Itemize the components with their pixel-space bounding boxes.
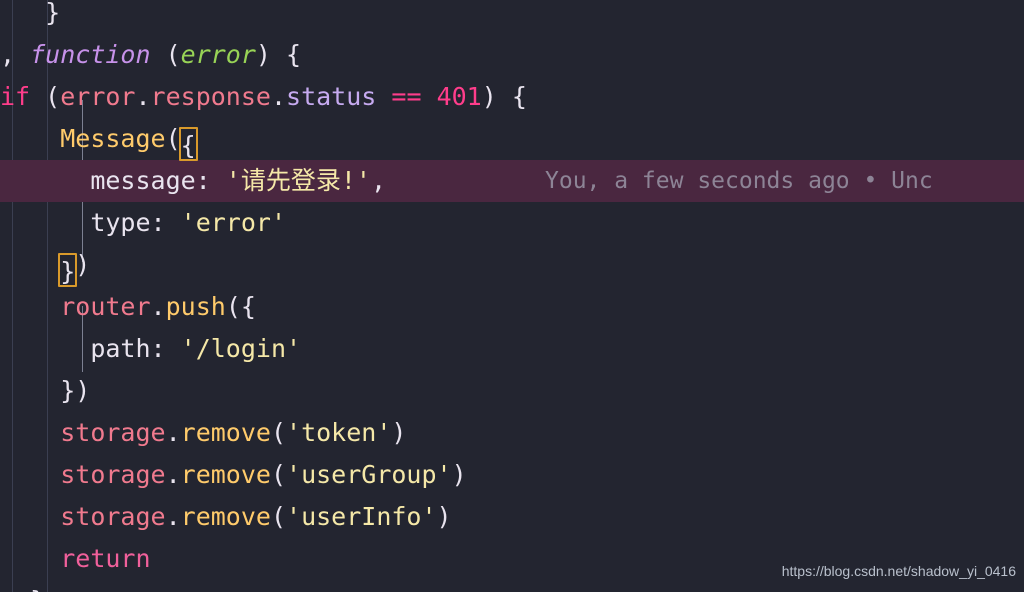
code-line-text: type: 'error': [0, 202, 286, 244]
git-blame-annotation[interactable]: You, a few seconds ago • Unc: [545, 160, 933, 202]
code-editor[interactable]: }, function (error) {if (error.response.…: [0, 0, 1024, 592]
code-token: error: [180, 40, 256, 69]
code-token: (: [270, 502, 287, 531]
code-token: (: [30, 82, 61, 111]
code-line[interactable]: path: '/login': [0, 328, 1024, 370]
code-line[interactable]: storage.remove('userGroup'): [0, 454, 1024, 496]
code-line-text: path: '/login': [0, 328, 301, 370]
code-token: ): [436, 502, 452, 531]
code-line-text: , function (error) {: [0, 34, 301, 76]
code-token: .: [165, 502, 181, 531]
code-line[interactable]: }: [0, 580, 1024, 592]
code-token: }: [0, 0, 61, 27]
code-token: '/login': [180, 334, 302, 363]
code-token: ): [75, 250, 91, 279]
code-line[interactable]: if (error.response.status == 401) {: [0, 76, 1024, 118]
code-token: 'error': [180, 208, 286, 237]
code-line-text: storage.remove('userGroup'): [0, 454, 467, 496]
code-line-text: }): [0, 370, 90, 412]
code-token: ==: [391, 82, 422, 111]
code-line-text: storage.remove('userInfo'): [0, 496, 452, 538]
code-token: ,: [0, 40, 31, 69]
code-token: ): [391, 418, 407, 447]
code-token: 'token': [286, 418, 392, 447]
code-token: return: [60, 544, 151, 573]
code-token: status: [286, 82, 377, 111]
code-token: storage: [60, 460, 166, 489]
code-token: .: [135, 82, 151, 111]
code-token: error: [60, 82, 136, 111]
code-token: router: [60, 292, 151, 321]
code-line[interactable]: }: [0, 0, 1024, 34]
code-line-text: storage.remove('token'): [0, 412, 406, 454]
code-token: 'userInfo': [286, 502, 437, 531]
code-token: ,: [370, 166, 386, 195]
code-token: ) {: [481, 82, 527, 111]
watermark-url: https://blog.csdn.net/shadow_yi_0416: [781, 563, 1016, 579]
code-token: 'userGroup': [286, 460, 452, 489]
code-line-text: }: [0, 0, 60, 34]
code-token: response: [150, 82, 271, 111]
code-line[interactable]: storage.remove('userInfo'): [0, 496, 1024, 538]
code-token: :: [195, 166, 226, 195]
code-token: remove: [180, 502, 271, 531]
code-line-text: message: '请先登录!',: [0, 160, 386, 202]
code-token: message: [90, 166, 196, 195]
code-line-text: Message({: [0, 118, 198, 161]
code-token: function: [30, 40, 151, 69]
code-token: push: [165, 292, 226, 321]
code-line[interactable]: message: '请先登录!', You, a few seconds ago …: [0, 160, 1024, 202]
code-token: :: [150, 334, 181, 363]
code-token: storage: [60, 418, 166, 447]
code-line[interactable]: Message({: [0, 118, 1024, 161]
code-token: 401: [436, 82, 482, 111]
code-line[interactable]: , function (error) {: [0, 34, 1024, 76]
code-token: .: [165, 460, 181, 489]
code-token: storage: [60, 502, 166, 531]
code-line-text: }): [0, 244, 90, 287]
code-token: .: [270, 82, 287, 111]
code-line[interactable]: type: 'error': [0, 202, 1024, 244]
code-token: Message: [60, 124, 166, 153]
code-line[interactable]: storage.remove('token'): [0, 412, 1024, 454]
code-token: path: [90, 334, 151, 363]
code-token: }): [0, 376, 91, 405]
code-token: }: [0, 586, 45, 592]
code-line-text: }: [0, 580, 45, 592]
code-line-text: router.push({: [0, 286, 256, 328]
code-token: remove: [180, 460, 271, 489]
code-token: '请先登录!': [225, 166, 371, 195]
code-token: (: [150, 40, 181, 69]
code-token: ({: [225, 292, 256, 321]
code-token: .: [150, 292, 166, 321]
code-token: ): [451, 460, 467, 489]
code-line-text: return: [0, 538, 151, 580]
code-line[interactable]: }): [0, 370, 1024, 412]
code-token: :: [150, 208, 181, 237]
code-token: type: [90, 208, 151, 237]
code-line[interactable]: router.push({: [0, 286, 1024, 328]
bracket-match-highlight: {: [178, 127, 198, 161]
code-line-text: if (error.response.status == 401) {: [0, 76, 527, 118]
code-token: remove: [180, 418, 271, 447]
code-token: (: [270, 460, 287, 489]
code-token: (: [270, 418, 287, 447]
code-token: ) {: [255, 40, 302, 69]
code-token: if: [0, 82, 31, 111]
code-line[interactable]: }): [0, 244, 1024, 287]
code-token: .: [165, 418, 181, 447]
